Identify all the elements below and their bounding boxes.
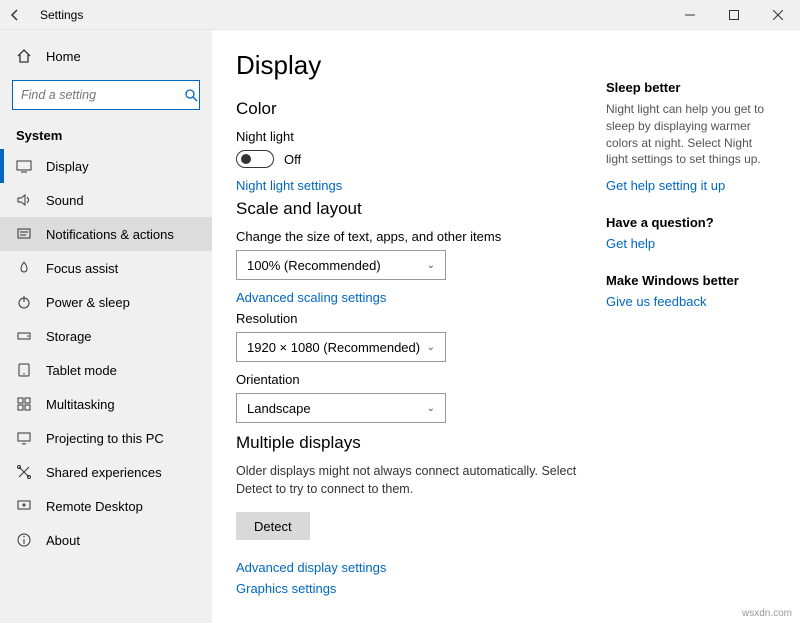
advanced-scaling-link[interactable]: Advanced scaling settings bbox=[236, 290, 586, 305]
sidebar-item-label: Projecting to this PC bbox=[46, 431, 164, 446]
sidebar: Home System Display Sound Notifications … bbox=[0, 30, 212, 623]
orientation-value: Landscape bbox=[247, 401, 311, 416]
shared-icon bbox=[16, 464, 32, 480]
sound-icon bbox=[16, 192, 32, 208]
night-light-settings-link[interactable]: Night light settings bbox=[236, 178, 586, 193]
night-light-label: Night light bbox=[236, 129, 586, 144]
sidebar-item-label: Sound bbox=[46, 193, 84, 208]
sidebar-item-display[interactable]: Display bbox=[0, 149, 212, 183]
sidebar-item-focus-assist[interactable]: Focus assist bbox=[0, 251, 212, 285]
detect-button[interactable]: Detect bbox=[236, 512, 310, 540]
resolution-label: Resolution bbox=[236, 311, 586, 326]
sidebar-item-label: Display bbox=[46, 159, 89, 174]
scale-label: Change the size of text, apps, and other… bbox=[236, 229, 586, 244]
page-title: Display bbox=[236, 50, 586, 81]
multi-desc: Older displays might not always connect … bbox=[236, 463, 586, 498]
home-icon bbox=[16, 48, 32, 64]
section-color: Color bbox=[236, 99, 586, 119]
titlebar: Settings bbox=[0, 0, 800, 30]
maximize-button[interactable] bbox=[712, 0, 756, 30]
night-light-state: Off bbox=[284, 152, 301, 167]
sidebar-item-label: Shared experiences bbox=[46, 465, 162, 480]
sidebar-item-about[interactable]: About bbox=[0, 523, 212, 557]
chevron-down-icon: ⌄ bbox=[427, 403, 435, 414]
section-multiple-displays: Multiple displays bbox=[236, 433, 586, 453]
feedback-link[interactable]: Give us feedback bbox=[606, 294, 776, 309]
get-help-link[interactable]: Get help bbox=[606, 236, 776, 251]
sidebar-item-label: Power & sleep bbox=[46, 295, 130, 310]
resolution-value: 1920 × 1080 (Recommended) bbox=[247, 340, 420, 355]
sleep-better-heading: Sleep better bbox=[606, 80, 776, 95]
resolution-dropdown[interactable]: 1920 × 1080 (Recommended) ⌄ bbox=[236, 332, 446, 362]
back-button[interactable] bbox=[8, 8, 32, 22]
sidebar-item-multitasking[interactable]: Multitasking bbox=[0, 387, 212, 421]
aside-panel: Sleep better Night light can help you ge… bbox=[606, 50, 776, 603]
display-icon bbox=[16, 158, 32, 174]
minimize-button[interactable] bbox=[668, 0, 712, 30]
sidebar-item-remote-desktop[interactable]: Remote Desktop bbox=[0, 489, 212, 523]
scale-dropdown[interactable]: 100% (Recommended) ⌄ bbox=[236, 250, 446, 280]
sidebar-item-storage[interactable]: Storage bbox=[0, 319, 212, 353]
sidebar-item-tablet-mode[interactable]: Tablet mode bbox=[0, 353, 212, 387]
sidebar-item-sound[interactable]: Sound bbox=[0, 183, 212, 217]
remote-icon bbox=[16, 498, 32, 514]
about-icon bbox=[16, 532, 32, 548]
sidebar-item-label: Focus assist bbox=[46, 261, 118, 276]
orientation-label: Orientation bbox=[236, 372, 586, 387]
search-input[interactable] bbox=[21, 88, 184, 102]
search-box[interactable] bbox=[12, 80, 200, 110]
sidebar-item-label: Multitasking bbox=[46, 397, 115, 412]
sidebar-item-projecting[interactable]: Projecting to this PC bbox=[0, 421, 212, 455]
storage-icon bbox=[16, 328, 32, 344]
close-button[interactable] bbox=[756, 0, 800, 30]
orientation-dropdown[interactable]: Landscape ⌄ bbox=[236, 393, 446, 423]
focus-assist-icon bbox=[16, 260, 32, 276]
multitasking-icon bbox=[16, 396, 32, 412]
sidebar-item-label: Remote Desktop bbox=[46, 499, 143, 514]
advanced-display-link[interactable]: Advanced display settings bbox=[236, 560, 586, 575]
window-title: Settings bbox=[40, 8, 83, 22]
question-heading: Have a question? bbox=[606, 215, 776, 230]
chevron-down-icon: ⌄ bbox=[427, 342, 435, 353]
sidebar-item-label: Notifications & actions bbox=[46, 227, 174, 242]
sidebar-item-label: About bbox=[46, 533, 80, 548]
sidebar-group-system: System bbox=[0, 122, 212, 149]
tablet-icon bbox=[16, 362, 32, 378]
chevron-down-icon: ⌄ bbox=[427, 260, 435, 271]
feedback-heading: Make Windows better bbox=[606, 273, 776, 288]
graphics-settings-link[interactable]: Graphics settings bbox=[236, 581, 586, 596]
power-icon bbox=[16, 294, 32, 310]
search-icon bbox=[184, 88, 198, 102]
notifications-icon bbox=[16, 226, 32, 242]
night-light-toggle[interactable] bbox=[236, 150, 274, 168]
sleep-better-body: Night light can help you get to sleep by… bbox=[606, 101, 776, 168]
sidebar-item-power-sleep[interactable]: Power & sleep bbox=[0, 285, 212, 319]
sidebar-item-label: Tablet mode bbox=[46, 363, 117, 378]
main-panel: Display Color Night light Off Night ligh… bbox=[236, 50, 586, 603]
scale-value: 100% (Recommended) bbox=[247, 258, 381, 273]
sidebar-item-notifications[interactable]: Notifications & actions bbox=[0, 217, 212, 251]
sleep-help-link[interactable]: Get help setting it up bbox=[606, 178, 776, 193]
sidebar-item-label: Storage bbox=[46, 329, 92, 344]
home-button[interactable]: Home bbox=[0, 40, 212, 72]
section-scale: Scale and layout bbox=[236, 199, 586, 219]
projecting-icon bbox=[16, 430, 32, 446]
watermark: wsxdn.com bbox=[742, 608, 792, 619]
sidebar-item-shared-experiences[interactable]: Shared experiences bbox=[0, 455, 212, 489]
home-label: Home bbox=[46, 49, 81, 64]
